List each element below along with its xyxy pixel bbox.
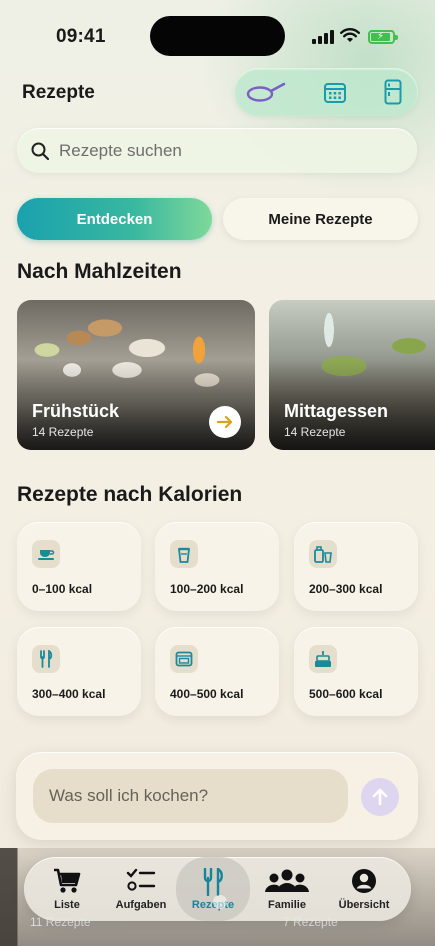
kcal-label: 200–300 kcal [309,582,383,596]
search-bar [17,128,417,173]
header-toolbar [234,68,418,116]
tab-rezepte[interactable]: Rezepte [176,857,250,921]
fridge-button[interactable] [384,79,402,105]
cart-icon [54,868,81,893]
search-icon [31,142,49,160]
kcal-tile-0-100[interactable]: 0–100 kcal [17,522,141,611]
checklist-icon [126,868,156,891]
wifi-icon [340,28,360,42]
tab-uebersicht[interactable]: Übersicht [327,857,401,921]
dynamic-island [150,16,285,56]
cutlery-icon [32,645,60,673]
pan-button[interactable] [246,79,286,105]
shake-icon [309,540,337,568]
pan-icon [246,82,286,102]
battery-charging-icon: ⚡ [368,30,398,44]
touch-indicator [213,895,227,909]
kcal-tile-400-500[interactable]: 400–500 kcal [155,627,279,716]
person-circle-icon [352,869,376,893]
kcal-label: 400–500 kcal [170,687,244,701]
fridge-icon [384,79,402,105]
kcal-tile-300-400[interactable]: 300–400 kcal [17,627,141,716]
send-button[interactable] [361,778,399,816]
meal-card-lunch[interactable]: Mittagessen 14 Rezepte [269,300,435,450]
cake-icon [309,645,337,673]
kcal-tile-500-600[interactable]: 500–600 kcal [294,627,418,716]
meals-section-title: Nach Mahlzeiten [17,260,182,283]
arrow-up-icon [372,788,388,806]
kcal-tile-200-300[interactable]: 200–300 kcal [294,522,418,611]
meal-name: Mittagessen [284,401,389,421]
status-bar: 09:41 ⚡ [0,0,435,60]
open-meal-button[interactable] [209,406,241,438]
segment-discover[interactable]: Entdecken [17,198,212,240]
kcal-label: 500–600 kcal [309,687,383,701]
teacup-icon [32,540,60,568]
meal-count: 14 Rezepte [32,425,94,439]
calories-section-title: Rezepte nach Kalorien [17,483,243,506]
meal-count: 14 Rezepte [284,425,346,439]
meal-name: Frühstück [32,401,120,421]
status-time: 09:41 [56,26,106,47]
tab-bar: Liste Aufgaben Rezepte Familie [24,857,411,921]
tab-liste[interactable]: Liste [30,857,104,921]
page-title: Rezepte [22,82,95,103]
tab-label: Aufgaben [115,899,167,911]
kcal-label: 100–200 kcal [170,582,244,596]
kcal-label: 300–400 kcal [32,687,106,701]
fork-knife-icon [203,868,223,896]
calendar-icon [324,83,346,103]
calendar-button[interactable] [323,80,347,104]
tab-label: Übersicht [338,899,390,911]
tab-label: Liste [54,899,80,911]
tab-label: Familie [268,899,306,911]
arrow-right-icon [217,415,233,429]
oven-icon [170,645,198,673]
cellular-signal-icon [312,30,334,44]
people-icon [265,869,309,892]
meal-card-breakfast[interactable]: Frühstück 14 Rezepte [17,300,255,450]
chat-input[interactable] [33,769,348,823]
chat-box [16,752,418,840]
kcal-tile-100-200[interactable]: 100–200 kcal [155,522,279,611]
segment-my-recipes[interactable]: Meine Rezepte [223,198,418,240]
kcal-label: 0–100 kcal [32,582,93,596]
tab-aufgaben[interactable]: Aufgaben [104,857,178,921]
search-input[interactable] [59,140,379,161]
drink-cup-icon [170,540,198,568]
tab-familie[interactable]: Familie [250,857,324,921]
